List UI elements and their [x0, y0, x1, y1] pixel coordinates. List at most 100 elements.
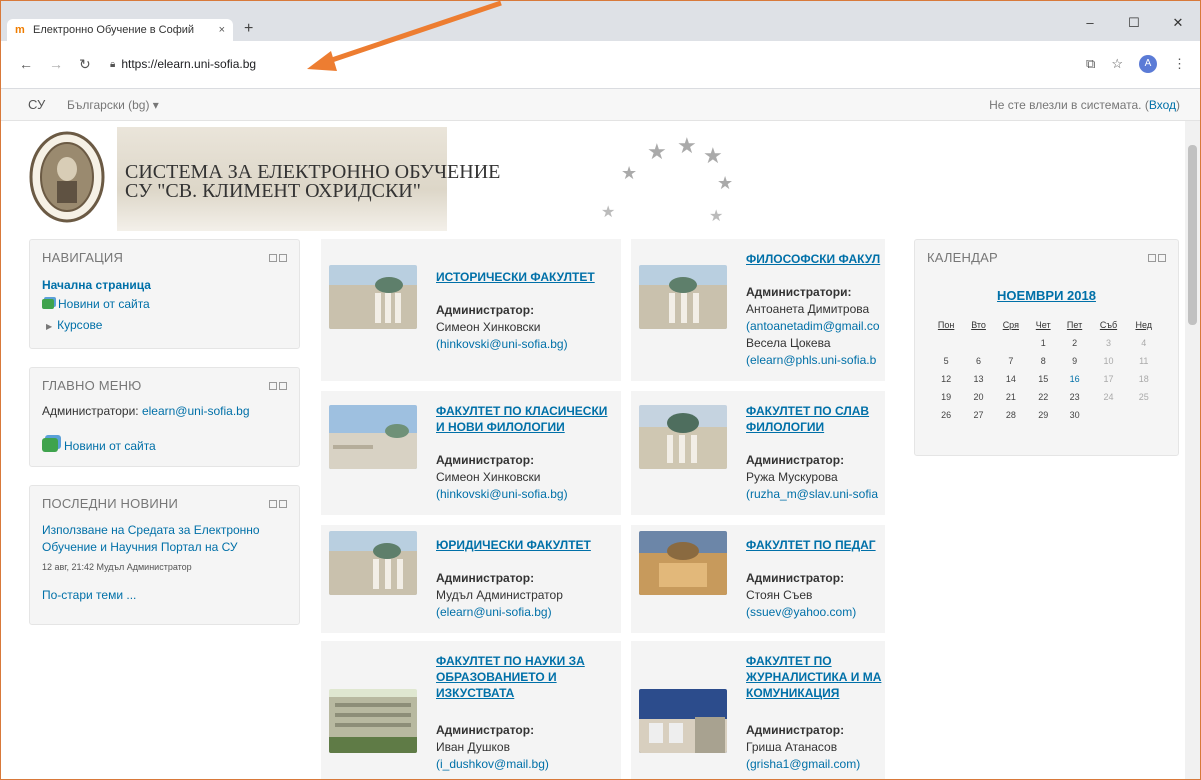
faculty-name-link[interactable]: Философски факул: [746, 251, 885, 267]
weekday-header: Съб: [1099, 320, 1118, 330]
weekday-header: Чет: [1035, 320, 1051, 330]
block-controls[interactable]: [1148, 254, 1166, 262]
faculty-name-link[interactable]: Факултет по науки за образованието и изк…: [436, 653, 616, 701]
tab-close-icon[interactable]: ×: [219, 24, 225, 36]
calendar-day[interactable]: 9: [1059, 352, 1091, 370]
admin-label: Администратор:: [746, 571, 845, 585]
site-news-link[interactable]: Новини от сайта: [64, 439, 156, 453]
admin-email-link[interactable]: (elearn@uni-sofia.bg): [436, 605, 552, 619]
calendar-day[interactable]: 4: [1126, 334, 1161, 352]
news-item-link[interactable]: Използване на Средата за Електронно Обуч…: [42, 522, 288, 556]
block-controls[interactable]: [269, 382, 287, 390]
faculty-card: Факултет по слав филологии Администратор…: [631, 391, 885, 515]
calendar-day[interactable]: 11: [1126, 352, 1161, 370]
calendar-day[interactable]: 1: [1028, 334, 1059, 352]
faculty-name-link[interactable]: Факултет по слав филологии: [746, 403, 885, 435]
admin-email-link[interactable]: (ssuev@yahoo.com): [746, 605, 856, 619]
admin-email-link[interactable]: (hinkovski@uni-sofia.bg): [436, 487, 568, 501]
admin-email-link[interactable]: (elearn@phls.uni-sofia.b: [746, 353, 876, 367]
admin-email-link[interactable]: (ruzha_m@slav.uni-sofia: [746, 487, 878, 501]
calendar-day[interactable]: 23: [1059, 388, 1091, 406]
block-title: НАВИГАЦИЯ: [42, 250, 124, 265]
site-brand[interactable]: СУ: [28, 97, 45, 112]
calendar-day[interactable]: 17: [1091, 370, 1127, 388]
faculty-building-image: [329, 265, 417, 329]
admin-email-link[interactable]: (grisha1@gmail.com): [746, 757, 860, 771]
faculty-name-link[interactable]: Факултет по класически и нови филологии: [436, 403, 616, 435]
admin-email-link[interactable]: (i_dushkov@mail.bg): [436, 757, 549, 771]
back-arrow-icon[interactable]: ←: [19, 56, 33, 72]
calendar-day[interactable]: 26: [929, 406, 963, 424]
calendar-day[interactable]: 24: [1091, 388, 1127, 406]
home-link[interactable]: Начална страница: [42, 278, 151, 292]
calendar-day[interactable]: 3: [1091, 334, 1127, 352]
faculty-name-link[interactable]: Факултет по журналистика и ма комуникаци…: [746, 653, 885, 701]
close-window-button[interactable]: ✕: [1156, 15, 1200, 31]
block-controls[interactable]: [269, 254, 287, 262]
calendar-day[interactable]: 20: [963, 388, 994, 406]
admins-email-link[interactable]: elearn@uni-sofia.bg: [142, 404, 250, 418]
calendar-day[interactable]: 21: [994, 388, 1028, 406]
calendar-day[interactable]: 2: [1059, 334, 1091, 352]
minimize-button[interactable]: –: [1068, 15, 1112, 31]
courses-link[interactable]: Курсове: [57, 318, 102, 332]
calendar-day[interactable]: 18: [1126, 370, 1161, 388]
faculty-name-link[interactable]: Исторически факултет: [436, 269, 616, 285]
login-link[interactable]: Вход: [1149, 98, 1176, 112]
faculty-building-image: [329, 689, 417, 753]
scrollbar-thumb[interactable]: [1188, 145, 1197, 325]
banner-title: СИСТЕМА ЗА ЕЛЕКТРОННО ОБУЧЕНИЕ СУ "СВ. К…: [125, 162, 500, 201]
block-title: КАЛЕНДАР: [927, 250, 998, 265]
calendar-day[interactable]: 8: [1028, 352, 1059, 370]
calendar-day[interactable]: 12: [929, 370, 963, 388]
language-menu[interactable]: Български (bg) ▾: [67, 98, 159, 112]
reload-icon[interactable]: ↻: [79, 56, 91, 73]
calendar-day[interactable]: 10: [1091, 352, 1127, 370]
calendar-day[interactable]: 19: [929, 388, 963, 406]
calendar-day[interactable]: 13: [963, 370, 994, 388]
calendar-day[interactable]: 25: [1126, 388, 1161, 406]
admin-info: Симеон Хинковски (hinkovski@uni-sofia.bg): [436, 469, 568, 503]
admin-email-link[interactable]: (antoanetadim@gmail.co: [746, 319, 880, 333]
main-news-item: Новини от сайта: [42, 438, 156, 453]
calendar-month-link[interactable]: НОЕМВРИ 2018: [915, 288, 1178, 303]
page-scrollbar[interactable]: [1185, 121, 1200, 779]
faculty-name-link[interactable]: Факултет по педаг: [746, 537, 885, 553]
maximize-button[interactable]: ☐: [1112, 15, 1156, 31]
toolbar-actions: ⧉ ☆ A ⋮: [1086, 55, 1186, 73]
svg-text:★: ★: [703, 143, 723, 168]
calendar-day[interactable]: 15: [1028, 370, 1059, 388]
weekday-header: Нед: [1135, 320, 1153, 330]
calendar-week: 26 27 28 29 30: [929, 406, 1161, 424]
calendar-day[interactable]: 28: [994, 406, 1028, 424]
svg-text:★: ★: [709, 208, 723, 225]
translate-icon[interactable]: ⧉: [1086, 56, 1095, 72]
calendar-day[interactable]: 27: [963, 406, 994, 424]
menu-kebab-icon[interactable]: ⋮: [1173, 56, 1186, 72]
browser-tab[interactable]: m Електронно Обучение в Софий ×: [7, 19, 233, 41]
faculty-name-link[interactable]: Юридически факултет: [436, 537, 616, 553]
profile-avatar[interactable]: A: [1139, 55, 1157, 73]
bookmark-star-icon[interactable]: ☆: [1111, 56, 1123, 72]
site-news-link[interactable]: Новини от сайта: [58, 297, 150, 311]
calendar-day[interactable]: 30: [1059, 406, 1091, 424]
calendar-day[interactable]: 14: [994, 370, 1028, 388]
courses-item[interactable]: ▶ Курсове: [46, 318, 102, 332]
calendar-day[interactable]: 7: [994, 352, 1028, 370]
lock-icon: 🔒︎: [110, 58, 116, 70]
svg-text:★: ★: [677, 137, 697, 158]
admin-email-link[interactable]: (hinkovski@uni-sofia.bg): [436, 337, 568, 351]
new-tab-button[interactable]: +: [244, 20, 253, 38]
faculty-building-image: [329, 531, 417, 595]
forward-arrow-icon[interactable]: →: [49, 56, 63, 72]
calendar-day[interactable]: 22: [1028, 388, 1059, 406]
calendar-day[interactable]: 16: [1059, 370, 1091, 388]
calendar-day[interactable]: 29: [1028, 406, 1059, 424]
news-item-meta: 12 авг, 21:42 Мудъл Администратор: [42, 562, 192, 572]
block-controls[interactable]: [269, 500, 287, 508]
calendar-day[interactable]: 6: [963, 352, 994, 370]
admin-name: Гриша Атанасов: [746, 740, 838, 754]
older-topics-link[interactable]: По-стари теми ...: [42, 588, 136, 602]
address-bar[interactable]: 🔒︎ https://elearn.uni-sofia.bg: [110, 53, 1040, 75]
calendar-day[interactable]: 5: [929, 352, 963, 370]
